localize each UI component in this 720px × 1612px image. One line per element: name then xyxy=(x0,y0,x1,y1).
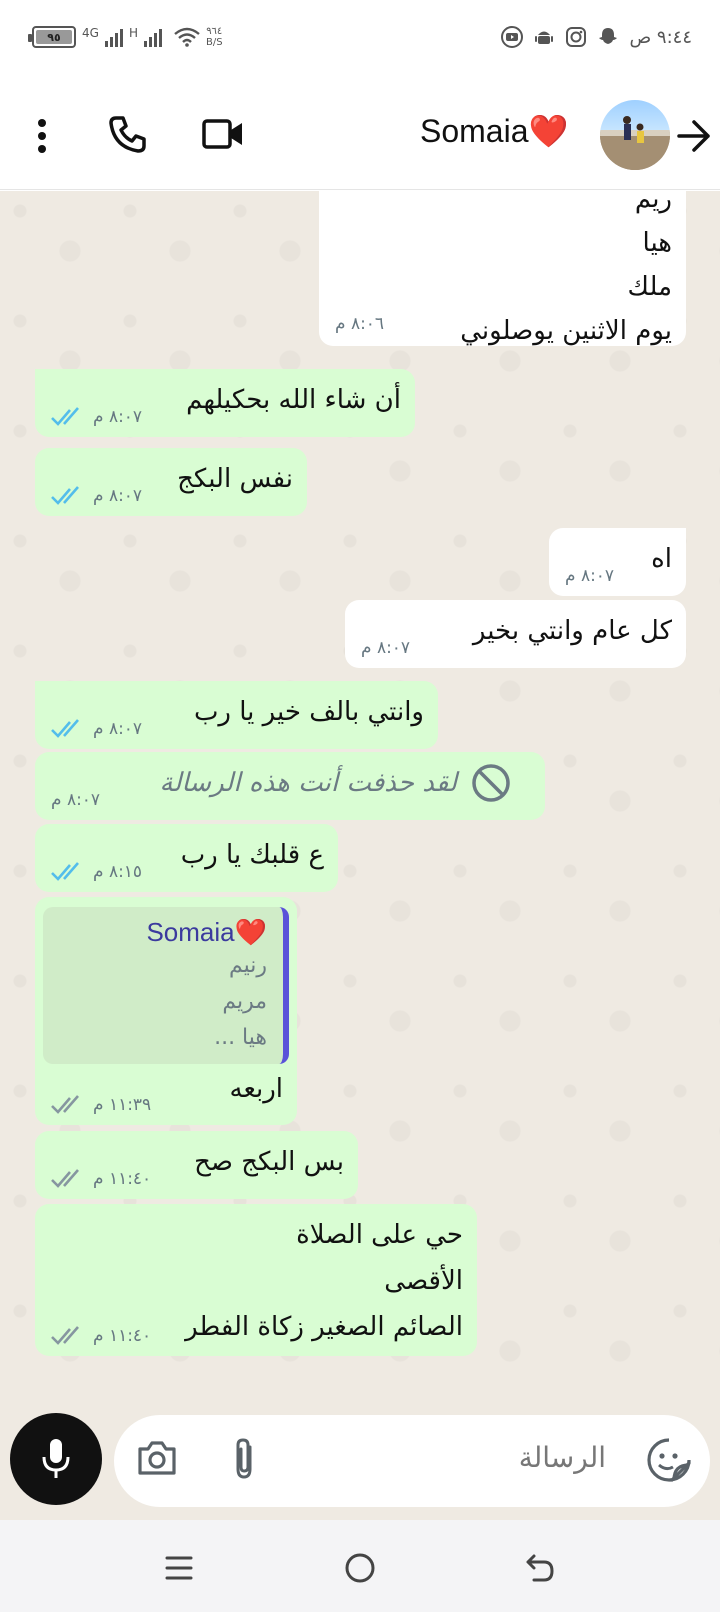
contact-name[interactable]: Somaia❤️ xyxy=(420,112,568,150)
message-bubble[interactable]: بس البكج صح ١١:٤٠ م xyxy=(35,1131,358,1199)
status-left: ٩٥ 4G H ٩٦٤ B/S xyxy=(28,26,223,48)
home-circle-icon xyxy=(345,1553,375,1583)
speed-value: ٩٦٤ xyxy=(206,26,223,37)
signal-icon xyxy=(104,27,123,47)
network-type-1: 4G xyxy=(82,26,99,40)
read-ticks-icon xyxy=(51,407,79,426)
network-type-2: H xyxy=(128,26,138,40)
chat-header: Somaia❤️ xyxy=(0,82,720,190)
message-meta: ٨:١٥ م xyxy=(51,862,142,882)
android-icon xyxy=(535,31,554,44)
back-icon xyxy=(526,1554,554,1582)
message-time: ٨:٠٧ م xyxy=(51,790,101,810)
message-text: لقد حذفت أنت هذه الرسالة xyxy=(159,768,458,798)
message-time: ٨:٠٦ م xyxy=(335,314,385,334)
message-text: ملك xyxy=(627,272,672,302)
message-bubble[interactable]: Somaia❤️ رنيم مريم هيا ... اربعه ١١:٣٩ م xyxy=(35,897,297,1125)
snapchat-icon xyxy=(599,28,618,44)
message-time: ١١:٣٩ م xyxy=(93,1095,152,1115)
message-bubble[interactable]: ع قلبك يا رب ٨:١٥ م xyxy=(35,824,338,892)
quoted-sender: Somaia❤️ xyxy=(146,917,267,947)
quoted-line: هيا ... xyxy=(214,1025,267,1050)
message-meta: ٨:٠٦ م xyxy=(335,314,384,334)
battery-icon: ٩٥ xyxy=(28,26,76,48)
quoted-line: رنيم xyxy=(228,953,267,978)
message-bubble[interactable]: نفس البكج ٨:٠٧ م xyxy=(35,448,307,516)
youtube-icon xyxy=(501,26,524,48)
message-bubble[interactable]: أن شاء الله بحكيلهم ٨:٠٧ م xyxy=(35,369,415,437)
deleted-icon xyxy=(472,764,510,802)
message-placeholder: الرسالة xyxy=(518,1441,606,1474)
microphone-icon xyxy=(42,1439,70,1478)
clock: ٩:٤٤ ص xyxy=(629,26,692,48)
message-time: ١١:٤٠ م xyxy=(93,1326,152,1346)
voice-record-button[interactable] xyxy=(10,1413,102,1505)
message-text: ريم xyxy=(634,191,672,214)
composer: الرسالة xyxy=(0,1413,720,1520)
message-time: ٨:١٥ م xyxy=(93,862,143,882)
system-nav-bar xyxy=(0,1520,720,1612)
message-meta: ٨:٠٧ م xyxy=(565,566,614,586)
message-bubble[interactable]: اه ٨:٠٧ م xyxy=(549,528,686,596)
message-time: ٨:٠٧ م xyxy=(93,407,143,427)
camera-icon[interactable] xyxy=(136,1439,178,1481)
message-meta: ١١:٤٠ م xyxy=(51,1169,151,1189)
deleted-message-bubble[interactable]: لقد حذفت أنت هذه الرسالة ٨:٠٧ م xyxy=(35,752,545,820)
message-meta: ٨:٠٧ م xyxy=(51,486,142,506)
back-arrow-icon[interactable] xyxy=(672,114,716,158)
message-time: ٨:٠٧ م xyxy=(361,638,411,658)
message-text: حي على الصلاة xyxy=(296,1220,463,1250)
read-ticks-icon xyxy=(51,486,79,505)
status-right: ٩:٤٤ ص xyxy=(501,26,692,48)
voice-call-icon[interactable] xyxy=(104,110,152,158)
instagram-icon xyxy=(566,27,587,47)
quoted-message[interactable]: Somaia❤️ رنيم مريم هيا ... xyxy=(43,907,289,1064)
sticker-icon[interactable] xyxy=(646,1437,692,1487)
message-time: ١١:٤٠ م xyxy=(93,1169,152,1189)
attach-icon[interactable] xyxy=(230,1437,260,1485)
back-button[interactable] xyxy=(524,1552,556,1588)
status-bar: ٩٥ 4G H ٩٦٤ B/S ٩:٤٤ ص xyxy=(0,0,720,82)
message-meta: ٨:٠٧ م xyxy=(361,638,410,658)
message-bubble[interactable]: حي على الصلاة الأقصى الصائم الصغير زكاة … xyxy=(35,1204,477,1356)
message-meta: ٨:٠٧ م xyxy=(51,719,142,739)
message-bubble[interactable]: كل عام وانتي بخير ٨:٠٧ م xyxy=(345,600,686,668)
delivered-ticks-icon xyxy=(51,1169,79,1188)
message-time: ٨:٠٧ م xyxy=(93,486,143,506)
message-time: ٨:٠٧ م xyxy=(93,719,143,739)
more-options-icon[interactable] xyxy=(22,114,62,158)
message-time: ٨:٠٧ م xyxy=(565,566,615,586)
wifi-icon xyxy=(174,27,200,47)
message-meta: ١١:٤٠ م xyxy=(51,1326,151,1346)
network-speed: ٩٦٤ B/S xyxy=(206,26,223,48)
quoted-line: مريم xyxy=(222,989,267,1014)
chat-area[interactable]: ريم هيا ملك يوم الاثنين يوصلوني ٨:٠٦ م أ… xyxy=(0,191,720,1413)
message-meta: ٨:٠٧ م xyxy=(51,790,100,810)
delivered-ticks-icon xyxy=(51,1095,79,1114)
message-input[interactable]: الرسالة xyxy=(114,1415,710,1507)
read-ticks-icon xyxy=(51,719,79,738)
video-call-icon[interactable] xyxy=(198,112,248,156)
speed-unit: B/S xyxy=(205,37,223,48)
message-text: الأقصى xyxy=(384,1266,463,1296)
recent-apps-button[interactable] xyxy=(164,1554,194,1586)
contact-avatar[interactable] xyxy=(600,100,670,170)
message-bubble[interactable]: ريم هيا ملك يوم الاثنين يوصلوني ٨:٠٦ م xyxy=(319,191,686,346)
message-meta: ٨:٠٧ م xyxy=(51,407,142,427)
message-meta: ١١:٣٩ م xyxy=(51,1095,151,1115)
signal-icon-2 xyxy=(143,27,162,47)
menu-lines-icon xyxy=(165,1556,193,1580)
message-text: هيا xyxy=(642,228,672,258)
message-bubble[interactable]: وانتي بالف خير يا رب ٨:٠٧ م xyxy=(35,681,438,749)
delivered-ticks-icon xyxy=(51,1326,79,1345)
home-button[interactable] xyxy=(344,1552,376,1588)
read-ticks-icon xyxy=(51,862,79,881)
battery-level: ٩٥ xyxy=(47,30,61,44)
